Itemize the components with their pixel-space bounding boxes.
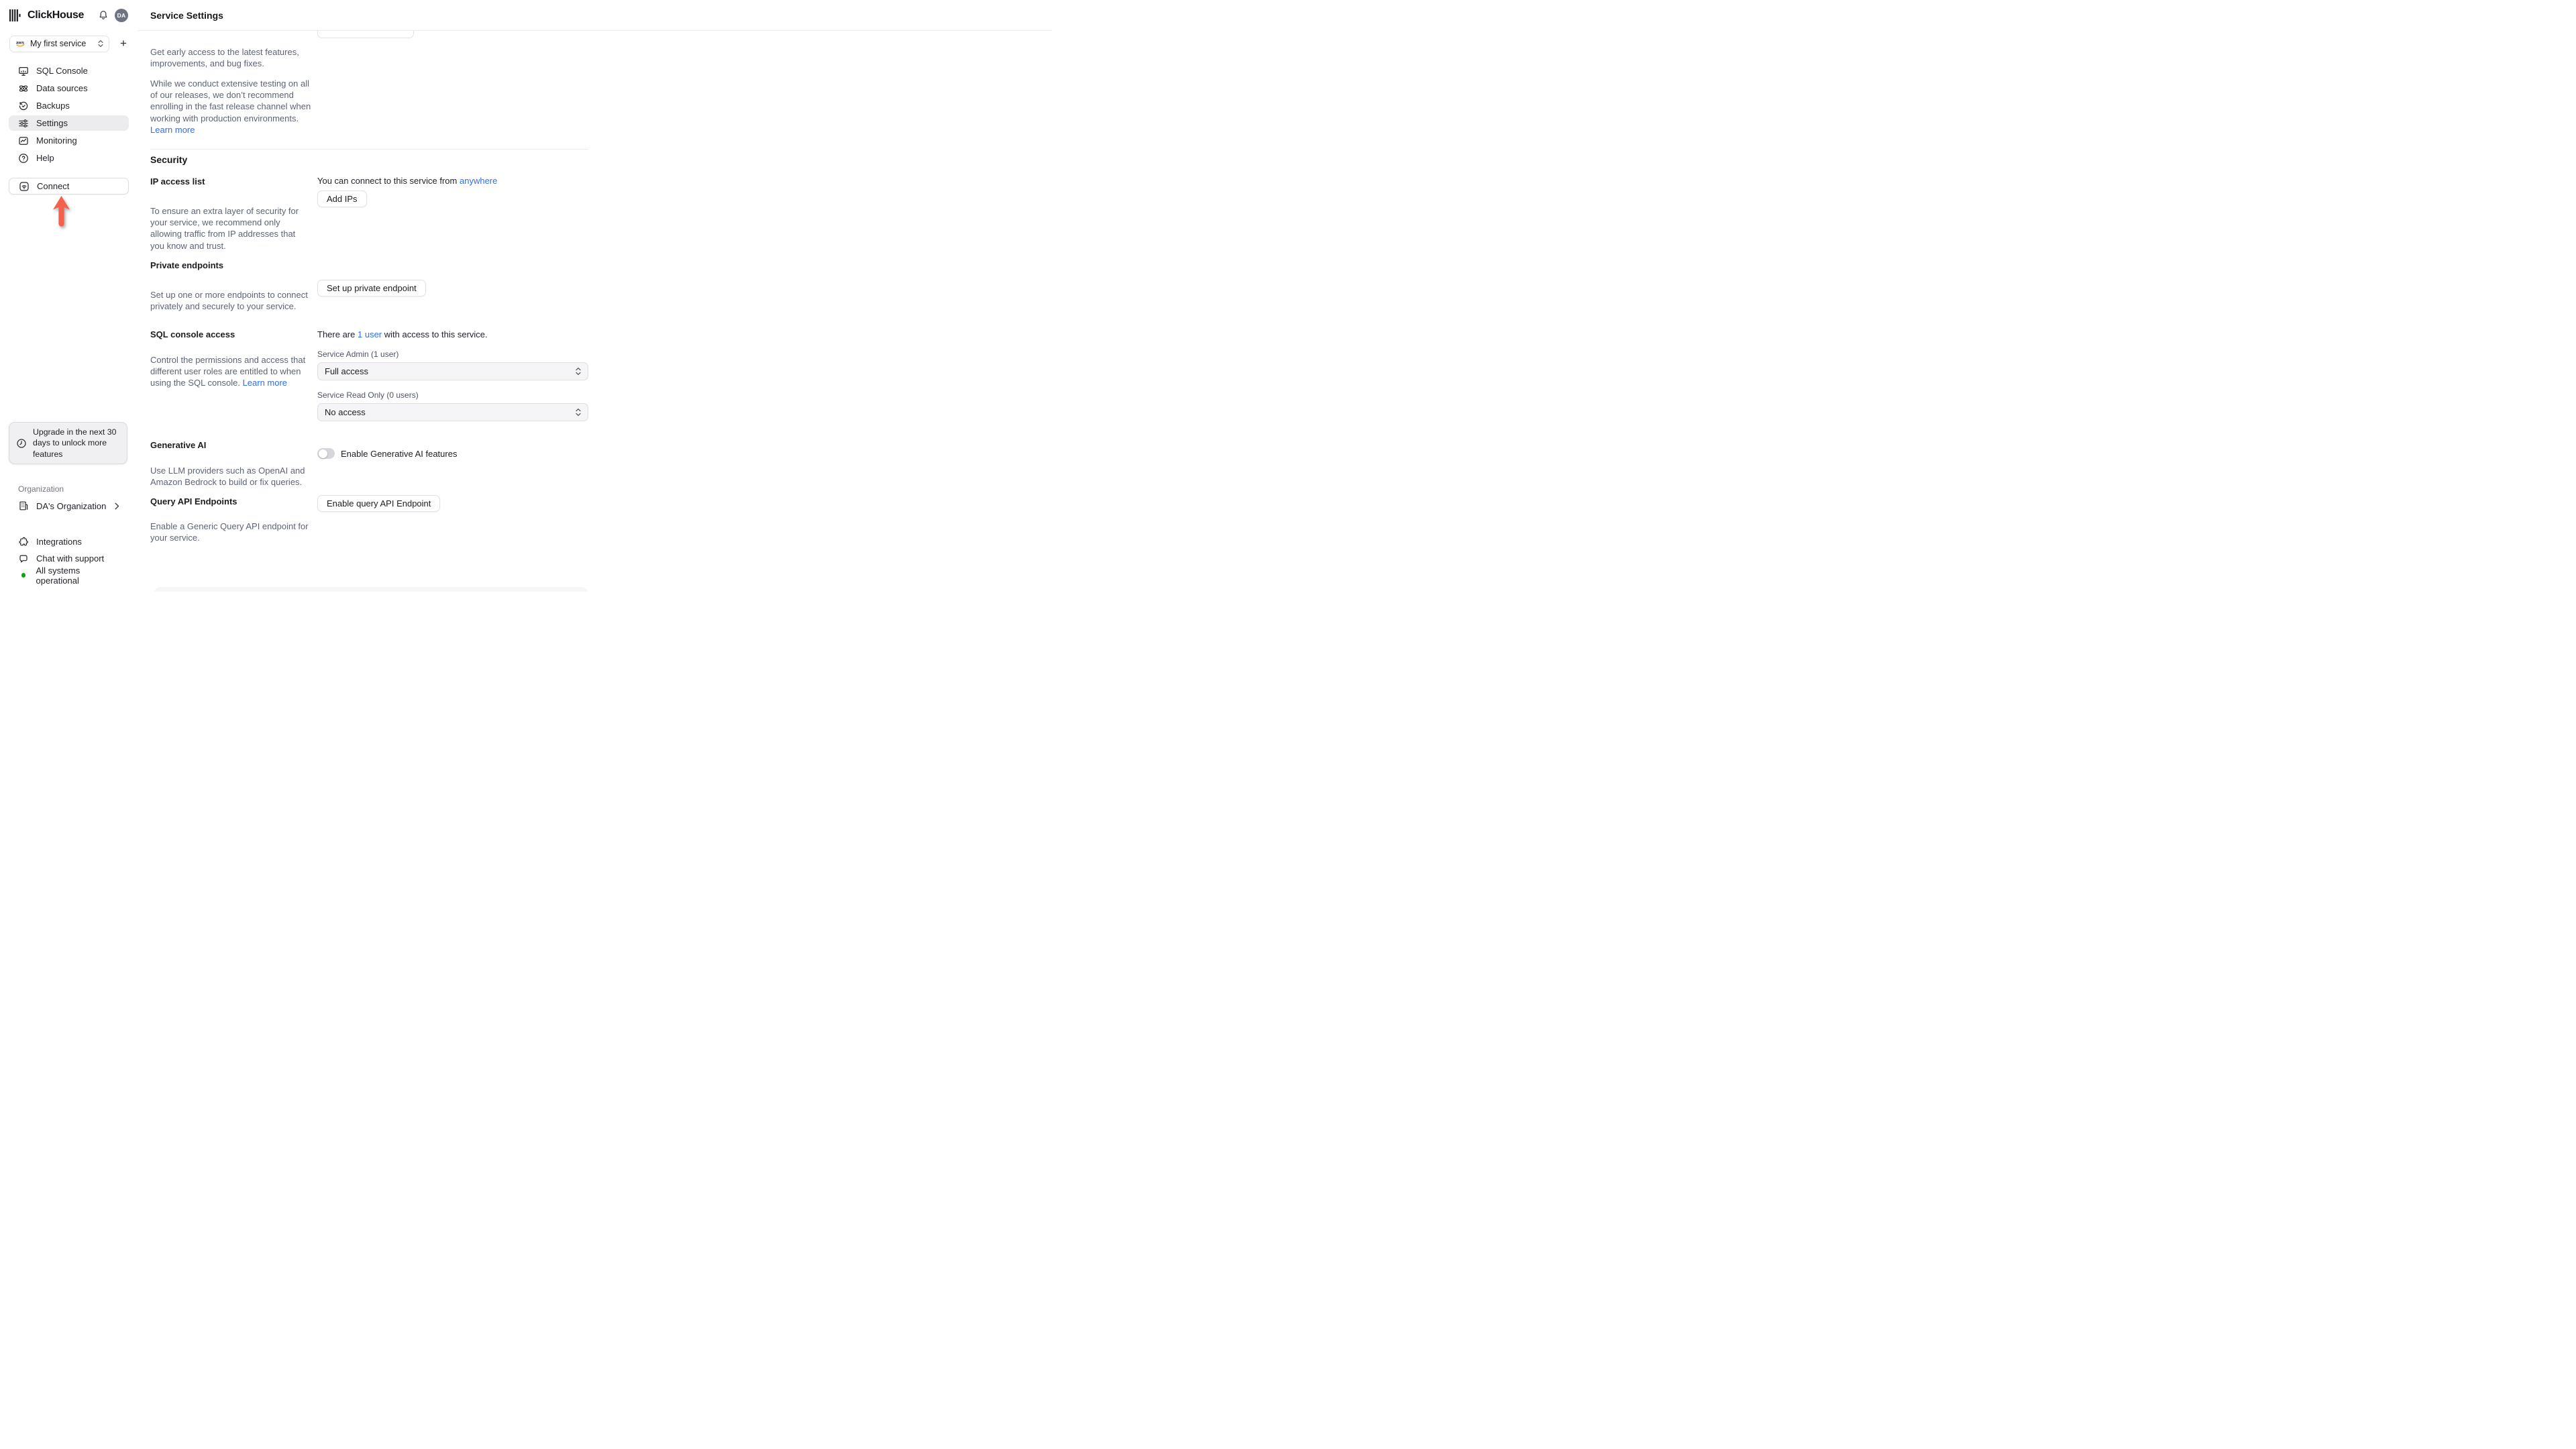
service-readonly-select[interactable]: No access [317, 403, 588, 421]
next-section-panel-cutoff [154, 587, 588, 592]
sql-access-status: There are 1 user with access to this ser… [317, 329, 488, 339]
ip-access-title: IP access list [150, 176, 205, 186]
add-service-button[interactable]: + [115, 36, 132, 52]
release-para-1: Get early access to the latest features,… [150, 47, 299, 69]
sql-console-icon [18, 66, 29, 76]
clock-icon [16, 438, 27, 449]
service-admin-label: Service Admin (1 user) [317, 350, 399, 359]
sidebar-item-label: Settings [36, 118, 68, 128]
upgrade-banner[interactable]: Upgrade in the next 30 days to unlock mo… [9, 422, 127, 464]
chat-bubble-icon [18, 553, 29, 564]
service-readonly-label: Service Read Only (0 users) [317, 390, 419, 400]
bell-icon[interactable] [98, 10, 109, 21]
page-header: Service Settings [138, 0, 1052, 31]
brand-title[interactable]: ClickHouse [28, 9, 84, 21]
sql-access-description: Control the permissions and access that … [150, 355, 306, 388]
sidebar-item-data-sources[interactable]: Data sources [9, 80, 129, 96]
sidebar-item-backups[interactable]: Backups [9, 98, 129, 113]
updown-chevron-icon [576, 408, 581, 417]
sidebar-item-label: Backups [36, 101, 70, 111]
sidebar-item-chat-support[interactable]: Chat with support [9, 551, 129, 566]
sidebar-item-monitoring[interactable]: Monitoring [9, 133, 129, 148]
updown-chevron-icon [98, 40, 103, 48]
connect-label: Connect [37, 181, 70, 191]
sidebar-item-label: Integrations [36, 537, 82, 547]
sidebar-topbar: ClickHouse DA [0, 0, 138, 31]
data-sources-icon [18, 83, 29, 94]
backups-icon [18, 101, 29, 111]
sidebar-item-settings[interactable]: Settings [9, 115, 129, 131]
sidebar: ClickHouse DA aws My first service + SQL… [0, 0, 138, 592]
help-icon [18, 153, 29, 164]
sql-access-title: SQL console access [150, 329, 235, 339]
service-readonly-select-value: No access [325, 407, 366, 417]
sidebar-item-label: Help [36, 153, 54, 163]
sidebar-item-label: SQL Console [36, 66, 88, 76]
sidebar-item-help[interactable]: Help [9, 150, 129, 166]
release-para-2: While we conduct extensive testing on al… [150, 78, 311, 135]
generative-ai-title: Generative AI [150, 440, 207, 450]
anywhere-link[interactable]: anywhere [460, 176, 497, 186]
sidebar-nav: SQL Console Data sources Backups Setting… [9, 63, 129, 168]
page-title: Service Settings [150, 9, 223, 21]
sidebar-item-integrations[interactable]: Integrations [9, 534, 129, 549]
clickhouse-logo-bars-icon[interactable] [9, 9, 22, 21]
aws-icon: aws [15, 40, 25, 48]
connect-button[interactable]: Connect [9, 178, 129, 195]
avatar[interactable]: DA [115, 9, 128, 22]
monitoring-icon [18, 136, 29, 146]
puzzle-icon [18, 537, 29, 547]
system-status-text: All systems operational [36, 565, 80, 586]
red-arrow-annotation [52, 196, 70, 227]
add-ips-button[interactable]: Add IPs [317, 191, 367, 207]
settings-icon [18, 118, 29, 129]
private-endpoints-title: Private endpoints [150, 260, 224, 270]
service-admin-select[interactable]: Full access [317, 362, 588, 380]
generative-ai-description: Use LLM providers such as OpenAI and Ama… [150, 466, 305, 488]
organization-row[interactable]: DA's Organization [9, 498, 129, 514]
ip-access-description: To ensure an extra layer of security for… [150, 206, 299, 251]
query-api-title: Query API Endpoints [150, 496, 237, 506]
chevron-right-icon [115, 502, 119, 510]
service-selector-label: My first service [30, 39, 87, 48]
private-endpoints-description: Set up one or more endpoints to connect … [150, 290, 308, 312]
sidebar-item-label: Chat with support [36, 553, 105, 564]
sidebar-item-label: Data sources [36, 83, 88, 93]
organization-section-label: Organization [18, 484, 64, 494]
generative-ai-toggle-label: Enable Generative AI features [341, 448, 458, 459]
updown-chevron-icon [576, 367, 581, 376]
connect-icon [19, 181, 30, 192]
enable-query-api-button[interactable]: Enable query API Endpoint [317, 495, 441, 512]
release-learn-more-link[interactable]: Learn more [150, 125, 195, 135]
one-user-link[interactable]: 1 user [358, 329, 382, 339]
toggle-knob [318, 449, 327, 458]
upgrade-banner-text: Upgrade in the next 30 days to unlock mo… [33, 427, 117, 459]
clickhouse-console: ClickHouse DA aws My first service + SQL… [0, 0, 1052, 592]
service-admin-select-value: Full access [325, 366, 369, 376]
sidebar-item-label: Monitoring [36, 136, 77, 146]
organization-name: DA's Organization [36, 500, 107, 511]
sidebar-item-sql-console[interactable]: SQL Console [9, 63, 129, 78]
ip-access-status: You can connect to this service from any… [317, 176, 498, 186]
service-selector[interactable]: aws My first service [9, 35, 109, 52]
query-api-description: Enable a Generic Query API endpoint for … [150, 521, 309, 543]
svg-text:aws: aws [16, 41, 25, 46]
generative-ai-toggle[interactable] [317, 448, 335, 459]
sql-learn-more-link[interactable]: Learn more [243, 378, 287, 388]
main-content: Service Settings Get early access to the… [138, 0, 1052, 592]
section-divider [150, 149, 588, 150]
service-selector-row: aws My first service + [9, 35, 132, 52]
system-status-link[interactable]: All systems operational [9, 565, 129, 586]
release-channel-select-cutoff[interactable] [317, 31, 414, 38]
setup-private-endpoint-button[interactable]: Set up private endpoint [317, 280, 426, 297]
building-icon [18, 500, 29, 511]
generative-ai-toggle-row: Enable Generative AI features [317, 448, 457, 459]
green-status-dot-icon [21, 573, 26, 578]
security-section-title: Security [150, 154, 188, 165]
